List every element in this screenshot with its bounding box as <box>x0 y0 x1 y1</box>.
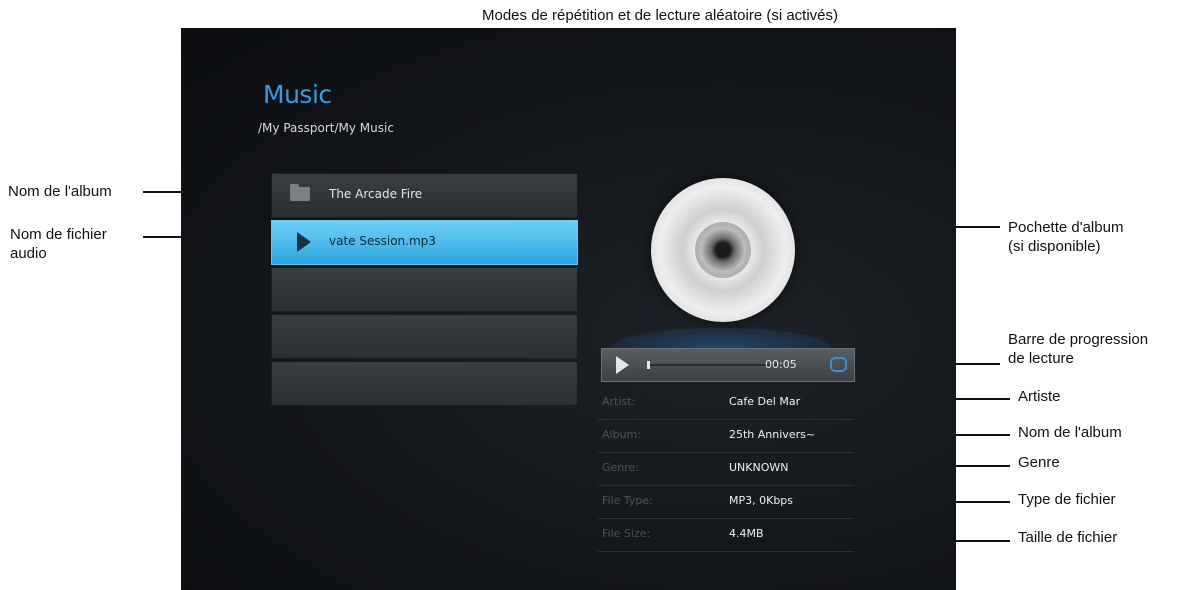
info-key: Album: <box>602 428 641 441</box>
annotation-album-name-right: Nom de l'album <box>1018 424 1122 441</box>
list-item-album-folder[interactable]: The Arcade Fire <box>271 173 578 218</box>
play-icon <box>297 232 311 252</box>
info-row-genre: Genre: UNKNOWN <box>598 453 854 486</box>
annotation-progress-bar-line1: Barre de progression <box>1008 331 1149 348</box>
list-item-empty[interactable] <box>271 314 578 359</box>
info-row-artist: Artist: Cafe Del Mar <box>598 387 854 420</box>
list-item-empty[interactable] <box>271 267 578 312</box>
file-list: The Arcade Fire vate Session.mp3 <box>271 173 578 408</box>
annotation-audio-filename-line1: Nom de fichier <box>10 226 107 243</box>
annotation-album-art-line1: Pochette d'album <box>1008 219 1124 236</box>
track-info-panel: Artist: Cafe Del Mar Album: 25th Anniver… <box>598 387 854 552</box>
list-item-label: vate Session.mp3 <box>329 234 436 248</box>
info-value-album: 25th Annivers~ <box>729 428 816 441</box>
info-value-artist: Cafe Del Mar <box>729 395 801 408</box>
media-player-screen: Music /My Passport/My Music The Arcade F… <box>181 28 956 590</box>
info-key: Artist: <box>602 395 636 408</box>
annotation-file-type: Type de fichier <box>1018 491 1116 508</box>
annotation-artist: Artiste <box>1018 388 1061 405</box>
breadcrumb-path: /My Passport/My Music <box>258 121 394 135</box>
elapsed-time: 00:05 <box>765 358 797 371</box>
info-key: File Type: <box>602 494 653 507</box>
annotation-album-art: Pochette d'album (si disponible) <box>1008 218 1123 256</box>
folder-icon <box>290 184 310 201</box>
progress-knob[interactable] <box>647 361 650 369</box>
repeat-icon <box>830 357 847 372</box>
album-art <box>651 178 795 322</box>
cd-disc-icon <box>651 178 795 322</box>
info-row-album: Album: 25th Annivers~ <box>598 420 854 453</box>
progress-track[interactable] <box>647 361 778 369</box>
annotation-progress-bar-line2: de lecture <box>1008 350 1074 367</box>
info-key: Genre: <box>602 461 640 474</box>
list-item-label: The Arcade Fire <box>329 187 423 201</box>
annotation-genre: Genre <box>1018 454 1060 471</box>
annotation-repeat-shuffle: Modes de répétition et de lecture aléato… <box>482 7 839 24</box>
info-value-genre: UNKNOWN <box>729 461 789 474</box>
annotation-album-art-line2: (si disponible) <box>1008 238 1101 255</box>
annotation-progress-bar: Barre de progression de lecture <box>1008 330 1148 368</box>
info-row-file-size: File Size: 4.4MB <box>598 519 854 552</box>
playback-progress-bar[interactable]: 00:05 <box>601 348 855 382</box>
info-value-file-size: 4.4MB <box>729 527 764 540</box>
list-item-audio-file[interactable]: vate Session.mp3 <box>271 220 578 265</box>
info-row-file-type: File Type: MP3, 0Kbps <box>598 486 854 519</box>
annotation-audio-filename-line2: audio <box>10 245 47 262</box>
annotation-audio-filename: Nom de fichier audio <box>10 225 107 263</box>
info-value-file-type: MP3, 0Kbps <box>729 494 794 507</box>
page-title: Music <box>263 80 332 109</box>
annotation-album-name-left: Nom de l'album <box>8 183 112 200</box>
list-item-empty[interactable] <box>271 361 578 406</box>
play-button-icon[interactable] <box>616 356 629 374</box>
annotation-file-size: Taille de fichier <box>1018 529 1118 546</box>
cd-hub <box>695 222 751 278</box>
info-key: File Size: <box>602 527 651 540</box>
